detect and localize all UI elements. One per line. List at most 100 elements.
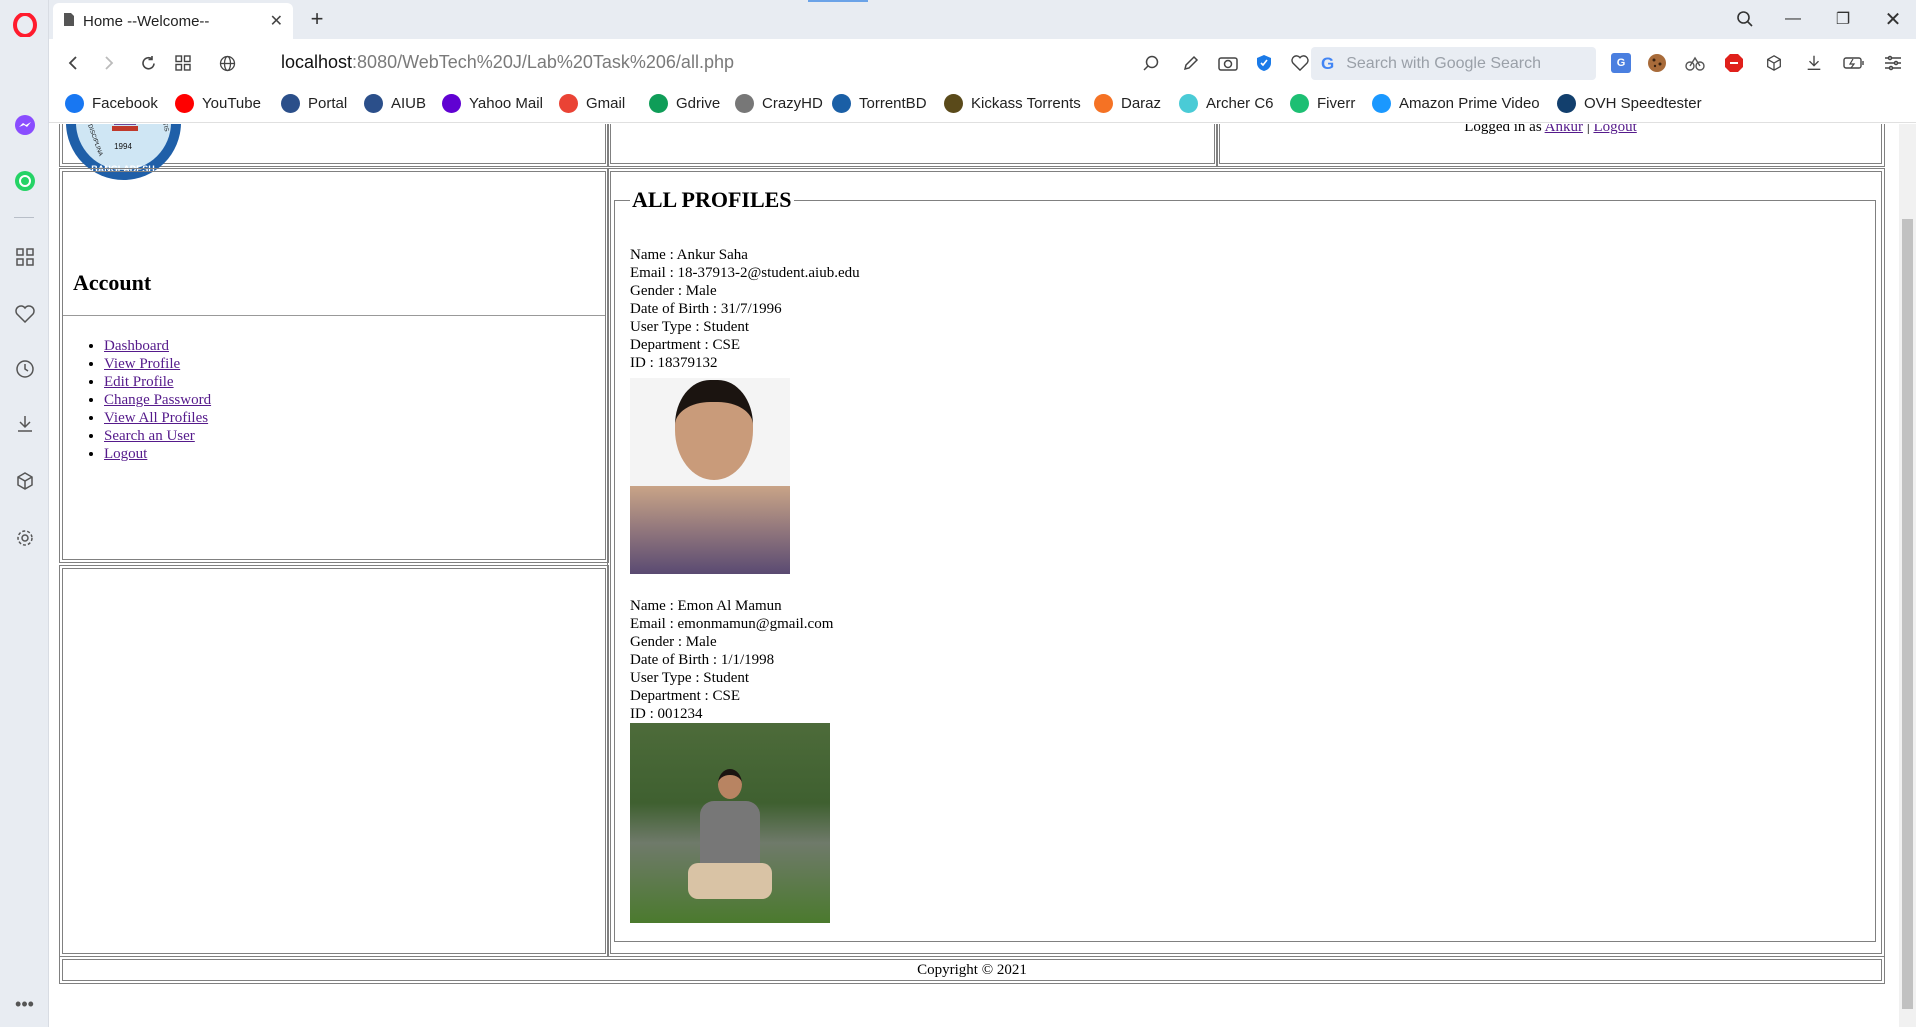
- adblock-icon[interactable]: [1722, 51, 1746, 75]
- bookmark-archer-c6[interactable]: Archer C6: [1179, 94, 1274, 113]
- browser-tab[interactable]: Home --Welcome-- ✕: [53, 3, 293, 39]
- cube-icon[interactable]: [1762, 51, 1786, 75]
- account-menu-item: Dashboard: [104, 337, 211, 355]
- site-info-icon[interactable]: [214, 50, 240, 76]
- snapshot-edit-icon[interactable]: [1179, 51, 1203, 75]
- menu-link-view-profile[interactable]: View Profile: [104, 356, 180, 372]
- cookie-icon[interactable]: [1645, 51, 1669, 75]
- settings-icon[interactable]: [12, 525, 37, 550]
- reload-icon[interactable]: [135, 50, 161, 76]
- profile-dob: Date of Birth : 1/1/1998: [630, 652, 775, 668]
- profile-email: Email : emonmamun@gmail.com: [630, 616, 834, 632]
- logged-in-prefix: Logged in as: [1464, 124, 1542, 135]
- bookmark-fiverr[interactable]: Fiverr: [1290, 94, 1355, 113]
- bookmark-yahoo-mail[interactable]: Yahoo Mail: [442, 94, 543, 113]
- speed-dial-icon[interactable]: [12, 244, 37, 269]
- messenger-icon[interactable]: [12, 112, 37, 137]
- bookmark-facebook[interactable]: Facebook: [65, 94, 158, 113]
- bookmark-torrentbd[interactable]: TorrentBD: [832, 94, 927, 113]
- bookmark-daraz[interactable]: Daraz: [1094, 94, 1161, 113]
- daraz-icon: [1094, 94, 1113, 113]
- extension-puzzle-icon[interactable]: [1683, 51, 1707, 75]
- bookmark-amazon-prime-video[interactable]: Amazon Prime Video: [1372, 94, 1540, 113]
- minimize-icon[interactable]: —: [1778, 6, 1808, 32]
- photo-person-body: [700, 801, 760, 871]
- logo-cell: 1994 BANGLADESH DISCIPLINA CIVITATIS: [59, 124, 609, 180]
- whatsapp-icon[interactable]: [12, 168, 37, 193]
- profile-photo: [630, 378, 790, 574]
- zoom-icon[interactable]: [1139, 51, 1163, 75]
- back-icon[interactable]: [60, 50, 86, 76]
- easy-setup-icon[interactable]: [1881, 51, 1905, 75]
- bookmark-label: CrazyHD: [762, 95, 823, 112]
- search-placeholder: Search with Google Search: [1346, 54, 1542, 72]
- vertical-scrollbar[interactable]: [1899, 124, 1916, 1027]
- bookmark-aiub[interactable]: AIUB: [364, 94, 426, 113]
- profile-photo: [630, 723, 830, 923]
- file-icon: [735, 94, 754, 113]
- close-tab-icon[interactable]: ✕: [270, 11, 283, 31]
- separator: |: [1586, 124, 1590, 135]
- all-profiles-legend: ALL PROFILES: [632, 187, 792, 212]
- camera-icon[interactable]: [1216, 51, 1240, 75]
- username-link[interactable]: Ankur: [1545, 124, 1583, 135]
- heart-icon[interactable]: [12, 301, 37, 326]
- kickass-icon: [944, 94, 963, 113]
- bookmark-label: Kickass Torrents: [971, 95, 1081, 112]
- tab-overview-icon[interactable]: [170, 50, 196, 76]
- bookmark-gmail[interactable]: Gmail: [559, 94, 625, 113]
- bookmark-label: Facebook: [92, 95, 158, 112]
- restore-icon[interactable]: ❐: [1828, 6, 1858, 32]
- bookmark-label: Amazon Prime Video: [1399, 95, 1540, 112]
- bookmark-crazyhd[interactable]: CrazyHD: [735, 94, 823, 113]
- bookmark-label: Portal: [308, 95, 348, 112]
- bookmark-label: Fiverr: [1317, 95, 1356, 112]
- opera-logo-icon[interactable]: [12, 12, 37, 37]
- bookmark-kickass-torrents[interactable]: Kickass Torrents: [944, 94, 1081, 113]
- bookmark-heart-icon[interactable]: [1288, 51, 1312, 75]
- menu-link-dashboard[interactable]: Dashboard: [104, 338, 169, 354]
- download-icon[interactable]: [1802, 51, 1826, 75]
- extensions-icon[interactable]: [12, 468, 37, 493]
- page-viewport: 1994 BANGLADESH DISCIPLINA CIVITATIS Log…: [49, 124, 1916, 1027]
- logout-link[interactable]: Logout: [1593, 124, 1636, 135]
- profile-user-type: User Type : Student: [630, 319, 750, 335]
- bookmark-youtube[interactable]: YouTube: [175, 94, 261, 113]
- url-field[interactable]: localhost:8080/WebTech%20J/Lab%20Task%20…: [281, 52, 734, 73]
- downloads-icon[interactable]: [12, 411, 37, 436]
- menu-link-edit-profile[interactable]: Edit Profile: [104, 374, 174, 390]
- profile-name: Name : Ankur Saha: [630, 247, 748, 263]
- menu-link-view-all-profiles[interactable]: View All Profiles: [104, 410, 208, 426]
- copyright-text: Copyright © 2021: [917, 962, 1027, 978]
- battery-saver-icon[interactable]: [1842, 51, 1866, 75]
- menu-link-logout[interactable]: Logout: [104, 446, 147, 462]
- logged-in-text: Logged in as Ankur | Logout: [1220, 124, 1881, 136]
- menu-link-change-password[interactable]: Change Password: [104, 392, 211, 408]
- logo-text-left: DISCIPLINA: [86, 124, 103, 157]
- scrollbar-thumb[interactable]: [1902, 219, 1913, 1009]
- photo-person-legs: [688, 863, 772, 899]
- menu-link-search-an-user[interactable]: Search an User: [104, 428, 195, 444]
- profile-id: ID : 001234: [630, 706, 703, 722]
- history-icon[interactable]: [12, 356, 37, 381]
- fiverr-icon: [1290, 94, 1309, 113]
- header-middle-cell: [607, 124, 1218, 167]
- search-tabs-icon[interactable]: [1730, 6, 1760, 32]
- search-input[interactable]: G Search with Google Search: [1311, 47, 1596, 80]
- bookmark-label: TorrentBD: [859, 95, 927, 112]
- bookmark-ovh-speedtester[interactable]: OVH Speedtester: [1557, 94, 1702, 113]
- vpn-shield-icon[interactable]: [1252, 51, 1276, 75]
- more-icon[interactable]: •••: [12, 992, 37, 1017]
- forward-icon[interactable]: [96, 50, 122, 76]
- page-icon: [63, 12, 75, 31]
- translate-icon[interactable]: G: [1609, 51, 1633, 75]
- bookmark-gdrive[interactable]: Gdrive: [649, 94, 720, 113]
- bookmark-label: Gmail: [586, 95, 626, 112]
- sidebar-empty-cell: [59, 565, 609, 957]
- bookmark-portal[interactable]: Portal: [281, 94, 347, 113]
- sidebar-divider: [14, 217, 34, 218]
- torrentbd-icon: [832, 94, 851, 113]
- close-window-icon[interactable]: ✕: [1878, 6, 1908, 32]
- new-tab-icon[interactable]: +: [302, 6, 332, 32]
- bookmarks-bar: Facebook YouTube Portal AIUB Yahoo Mail Gmail…: [49, 86, 1916, 123]
